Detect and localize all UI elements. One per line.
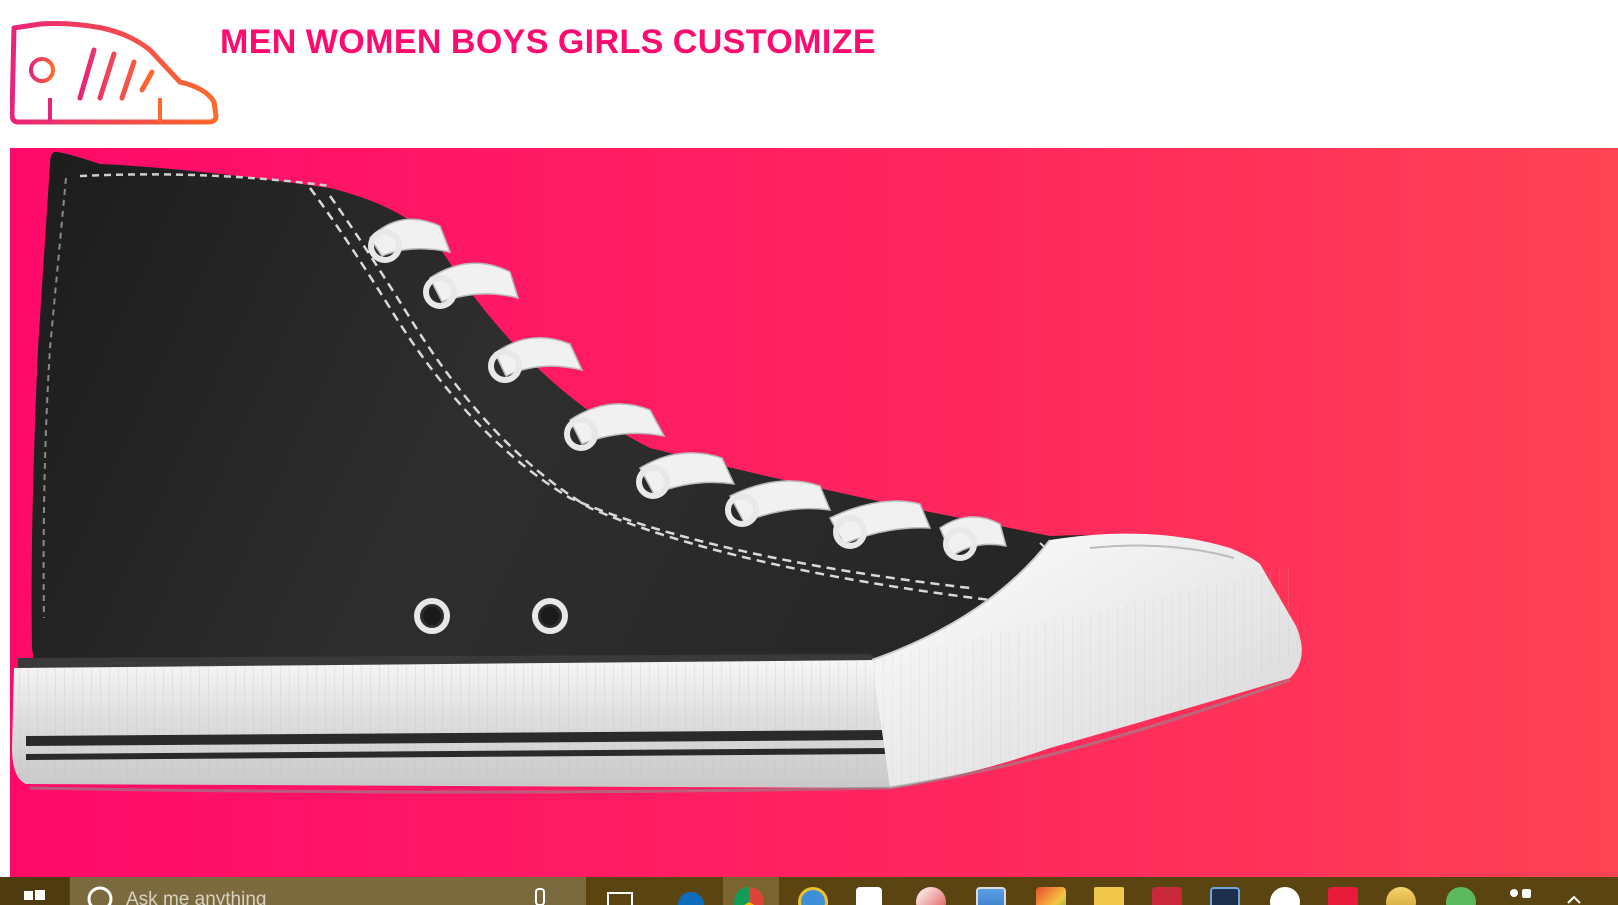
app-green-icon[interactable] <box>1446 887 1476 905</box>
edge-icon[interactable] <box>676 887 706 905</box>
microphone-icon[interactable] <box>530 877 550 905</box>
page: MEN WOMEN BOYS GIRLS CUSTOMIZE Ask me an… <box>0 0 1618 905</box>
nav-link-women[interactable]: WOMEN <box>306 22 442 62</box>
task-view-icon[interactable] <box>604 877 640 905</box>
photos-icon[interactable] <box>1036 887 1066 905</box>
app-grid-icon[interactable] <box>1504 877 1538 905</box>
settings-icon[interactable] <box>1270 887 1300 905</box>
nav-link-men[interactable]: MEN <box>220 22 297 62</box>
store-icon[interactable] <box>856 887 882 905</box>
app-yellow-icon[interactable] <box>1386 887 1416 905</box>
main-nav: MEN WOMEN BOYS GIRLS CUSTOMIZE <box>220 22 876 62</box>
acrobat-icon[interactable] <box>1152 887 1182 905</box>
sneaker-icon[interactable] <box>10 20 222 126</box>
file-explorer-icon[interactable] <box>1094 887 1124 905</box>
hero-banner <box>10 148 1618 877</box>
windows-start-icon <box>24 890 45 900</box>
search-icon <box>87 886 113 905</box>
taskbar-search-box[interactable]: Ask me anything <box>70 877 586 905</box>
windows-start-button[interactable] <box>0 877 69 905</box>
app-red-icon[interactable] <box>1328 887 1358 905</box>
windows-taskbar: Ask me anything <box>0 877 1618 905</box>
app-icon[interactable] <box>976 887 1006 905</box>
paint-icon[interactable] <box>916 887 946 905</box>
internet-explorer-icon[interactable] <box>798 887 828 905</box>
chevron-up-icon[interactable] <box>1562 877 1586 905</box>
nav-link-customize[interactable]: CUSTOMIZE <box>673 22 876 62</box>
nav-link-boys[interactable]: BOYS <box>451 22 549 62</box>
search-placeholder: Ask me anything <box>126 889 267 905</box>
hero-sneaker-image <box>12 151 1306 794</box>
nav-link-girls[interactable]: GIRLS <box>558 22 664 62</box>
lightroom-icon[interactable] <box>1210 887 1240 905</box>
header: MEN WOMEN BOYS GIRLS CUSTOMIZE <box>0 0 1618 148</box>
